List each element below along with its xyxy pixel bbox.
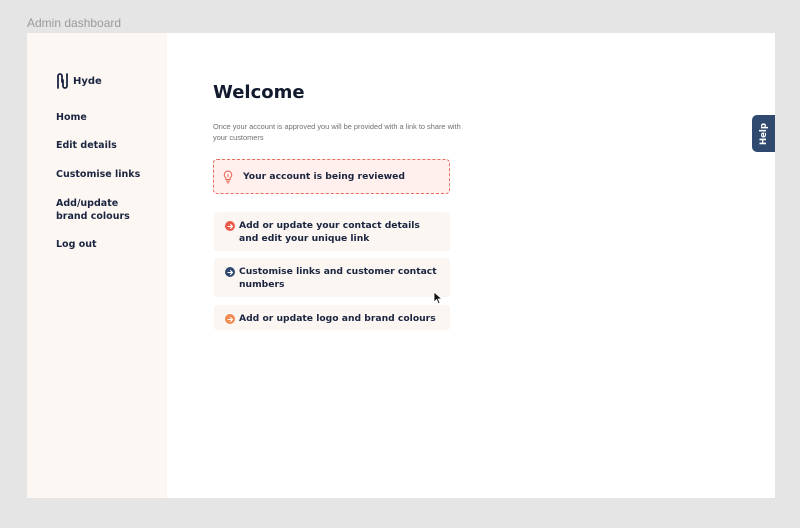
task-label: Add or update logo and brand colours: [239, 313, 436, 324]
arrow-right-circle-icon: [225, 314, 235, 324]
help-label: Help: [758, 122, 769, 145]
help-button[interactable]: Help: [752, 115, 775, 152]
account-status-banner: Your account is being reviewed: [213, 159, 450, 194]
arrow-right-circle-icon: [225, 267, 235, 277]
sidebar-item-log-out[interactable]: Log out: [56, 239, 97, 252]
sidebar-item-home[interactable]: Home: [56, 112, 87, 125]
mouse-pointer-icon: [433, 291, 443, 305]
page-subtitle: Once your account is approved you will b…: [213, 122, 461, 142]
hyde-logo-icon: [57, 73, 68, 89]
sidebar-item-edit-details[interactable]: Edit details: [56, 140, 117, 153]
task-label: Add or update your contact details and e…: [239, 220, 420, 244]
sidebar-item-customise-links[interactable]: Customise links: [56, 169, 140, 182]
task-logo-brand-colours[interactable]: Add or update logo and brand colours: [214, 305, 450, 330]
brand-name: Hyde: [73, 75, 102, 87]
arrow-right-circle-icon: [225, 221, 235, 231]
task-customise-links[interactable]: Customise links and customer contact num…: [214, 258, 450, 297]
sidebar-item-brand-colours[interactable]: Add/update brand colours: [56, 198, 152, 223]
page-title: Welcome: [213, 82, 305, 103]
app-window: Hyde Home Edit details Customise links A…: [27, 33, 775, 498]
account-status-text: Your account is being reviewed: [243, 171, 405, 182]
main-content: Welcome Once your account is approved yo…: [213, 33, 775, 498]
frame-label: Admin dashboard: [27, 16, 122, 30]
task-contact-details[interactable]: Add or update your contact details and e…: [214, 212, 450, 251]
task-label: Customise links and customer contact num…: [239, 266, 437, 290]
lightbulb-icon: [223, 170, 233, 183]
sidebar: Hyde Home Edit details Customise links A…: [27, 33, 167, 498]
brand-logo[interactable]: Hyde: [56, 73, 102, 89]
